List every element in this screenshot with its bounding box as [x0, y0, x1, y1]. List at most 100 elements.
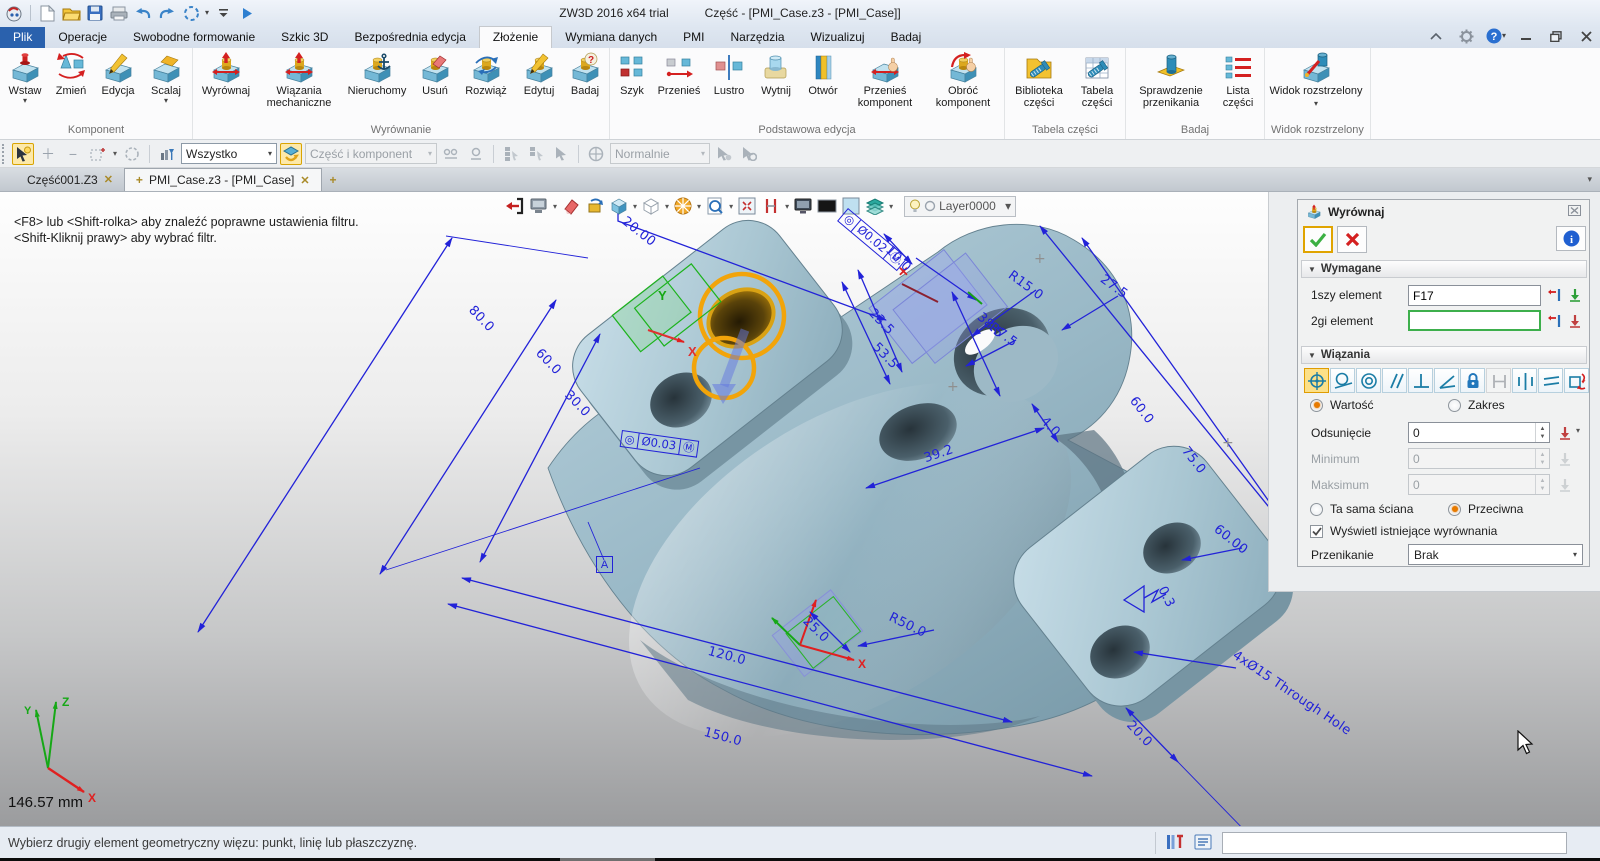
- filter-combo[interactable]: Wszystko ▾: [181, 143, 278, 164]
- layers-icon[interactable]: [864, 195, 886, 217]
- zoom-fit-icon[interactable]: [736, 195, 758, 217]
- tab-wymiana-danych[interactable]: Wymiana danych: [552, 27, 670, 48]
- opposite-radio[interactable]: Przeciwna: [1448, 502, 1523, 516]
- redo-icon[interactable]: [157, 3, 177, 23]
- edycja-button[interactable]: Edycja: [94, 49, 142, 97]
- wytnij-button[interactable]: Wytnij: [752, 49, 800, 97]
- value-radio[interactable]: Wartość: [1310, 398, 1374, 412]
- biblioteka-czesci-button[interactable]: Biblioteka części: [1007, 49, 1071, 109]
- toolbar-grip[interactable]: [2, 143, 7, 164]
- cursor-gray-icon[interactable]: [550, 143, 572, 165]
- maximum-spinner[interactable]: 0 ▲ ▼: [1408, 474, 1550, 495]
- pick-previous-icon[interactable]: [525, 143, 547, 165]
- wiazania-mechaniczne-button[interactable]: Wiązania mechaniczne: [257, 49, 341, 109]
- exit-icon[interactable]: [504, 195, 526, 217]
- customize-toolbar-icon[interactable]: [213, 3, 233, 23]
- middle-constraint-icon[interactable]: [1512, 368, 1537, 393]
- tab-badaj[interactable]: Badaj: [878, 27, 935, 48]
- app-logo-icon[interactable]: [4, 3, 24, 23]
- tab-szkic-3d[interactable]: Szkic 3D: [268, 27, 341, 48]
- status-log-icon[interactable]: [1194, 834, 1212, 853]
- tab-operacje[interactable]: Operacje: [45, 27, 120, 48]
- background-swatch-black[interactable]: [816, 195, 838, 217]
- widok-rozstrzelony-button[interactable]: Widok rozstrzelony ▾: [1267, 49, 1365, 109]
- gear-icon[interactable]: [1456, 27, 1476, 45]
- zoom-document-icon[interactable]: [704, 195, 726, 217]
- datum-label[interactable]: A: [596, 556, 613, 573]
- offset-spinner[interactable]: 0 ▲ ▼: [1408, 422, 1550, 443]
- lustro-button[interactable]: Lustro: [706, 49, 752, 97]
- badaj-constraint-button[interactable]: ? Badaj: [563, 49, 607, 97]
- tab-wizualizuj[interactable]: Wizualizuj: [798, 27, 878, 48]
- display-mode-combo[interactable]: Normalnie ▾: [610, 143, 711, 164]
- cancel-button[interactable]: [1337, 226, 1367, 253]
- concentric-constraint-icon[interactable]: [1304, 368, 1329, 393]
- wireframe-view-icon[interactable]: [640, 195, 662, 217]
- layer-combo[interactable]: Layer0000 ▾: [904, 195, 1017, 217]
- obroc-komponent-button[interactable]: Obróć komponent: [924, 49, 1002, 109]
- pick-scope-icon[interactable]: [280, 142, 303, 165]
- print-icon[interactable]: [109, 3, 129, 23]
- tab-list-caret[interactable]: ▾: [1587, 174, 1592, 185]
- otwor-button[interactable]: Otwór: [800, 49, 846, 97]
- perpendicular-constraint-icon[interactable]: [1408, 368, 1433, 393]
- render-mode-icon[interactable]: [528, 195, 550, 217]
- pick-target-icon[interactable]: [713, 143, 735, 165]
- pick-all-icon[interactable]: [500, 143, 522, 165]
- tabela-czesci-button[interactable]: Tabela części: [1071, 49, 1123, 109]
- pick-from-list-green-icon[interactable]: [1566, 286, 1584, 304]
- tab-plik[interactable]: Plik: [0, 27, 46, 48]
- dropdown-caret[interactable]: ▾: [1576, 426, 1580, 435]
- lista-czesci-button[interactable]: Lista części: [1214, 49, 1262, 109]
- show-existing-checkbox[interactable]: Wyświetl istniejące wyrównania: [1310, 524, 1497, 538]
- close-button[interactable]: [1576, 27, 1596, 45]
- save-icon[interactable]: [85, 3, 105, 23]
- tab-swobodne-formowanie[interactable]: Swobodne formowanie: [120, 27, 268, 48]
- frame-constraint-icon[interactable]: [1564, 368, 1589, 393]
- dropdown-caret[interactable]: ▾: [113, 149, 117, 158]
- filter-list-icon[interactable]: [156, 143, 178, 165]
- section-view-icon[interactable]: [760, 195, 782, 217]
- szyk-button[interactable]: Szyk: [612, 49, 652, 97]
- align-constraint-icon[interactable]: [1538, 368, 1563, 393]
- zmien-button[interactable]: Zmień: [48, 49, 94, 97]
- przenies-komponent-button[interactable]: Przenieś komponent: [846, 49, 924, 109]
- help-icon[interactable]: ? ▾: [1486, 27, 1506, 45]
- undo-icon[interactable]: [133, 3, 153, 23]
- pick-settings-icon[interactable]: [738, 143, 760, 165]
- close-tab-icon[interactable]: ✕: [104, 173, 113, 186]
- usun-button[interactable]: Usuń: [413, 49, 457, 97]
- tab-bezposrednia-edycja[interactable]: Bezpośrednia edycja: [341, 27, 478, 48]
- pick-filter-cursor-icon[interactable]: [12, 142, 34, 165]
- ok-button[interactable]: [1303, 226, 1333, 253]
- wstaw-button[interactable]: Wstaw ▾: [2, 49, 48, 105]
- edytuj-button[interactable]: Edytuj: [515, 49, 563, 97]
- second-element-input[interactable]: [1408, 310, 1541, 331]
- lasso-icon[interactable]: [121, 143, 143, 165]
- panel-close-icon[interactable]: [1568, 205, 1581, 219]
- parallel-constraint-icon[interactable]: [1382, 368, 1407, 393]
- new-file-icon[interactable]: [37, 3, 57, 23]
- iso-view-icon[interactable]: [608, 195, 630, 217]
- swap-entity-icon[interactable]: [1546, 286, 1564, 304]
- przenies-button[interactable]: Przenieś: [652, 49, 706, 97]
- wyrownaj-button[interactable]: Wyrównaj: [195, 49, 257, 97]
- tangent-constraint-icon[interactable]: [1330, 368, 1355, 393]
- coincident-constraint-icon[interactable]: [1356, 368, 1381, 393]
- status-input-field[interactable]: [1222, 832, 1567, 854]
- first-element-input[interactable]: [1408, 285, 1541, 306]
- doc-tab-czesc001[interactable]: Część001.Z3 ✕: [16, 168, 124, 191]
- dropdown-caret[interactable]: ▾: [164, 97, 168, 105]
- display-monitor-icon[interactable]: [792, 195, 814, 217]
- dropdown-caret[interactable]: ▾: [23, 97, 27, 105]
- same-face-radio[interactable]: Ta sama ściana: [1310, 502, 1413, 516]
- regen-box-icon[interactable]: [584, 195, 606, 217]
- close-tab-icon[interactable]: ✕: [300, 174, 309, 187]
- dropdown-caret[interactable]: ▾: [1314, 99, 1318, 108]
- nieruchomy-button[interactable]: Nieruchomy: [341, 49, 413, 97]
- collapse-ribbon-icon[interactable]: [1426, 27, 1446, 45]
- minimize-button[interactable]: [1516, 27, 1536, 45]
- dropdown-caret[interactable]: ▾: [1005, 199, 1011, 213]
- section-wymagane[interactable]: ▼ Wymagane: [1301, 260, 1587, 278]
- tab-narzedzia[interactable]: Narzędzia: [718, 27, 798, 48]
